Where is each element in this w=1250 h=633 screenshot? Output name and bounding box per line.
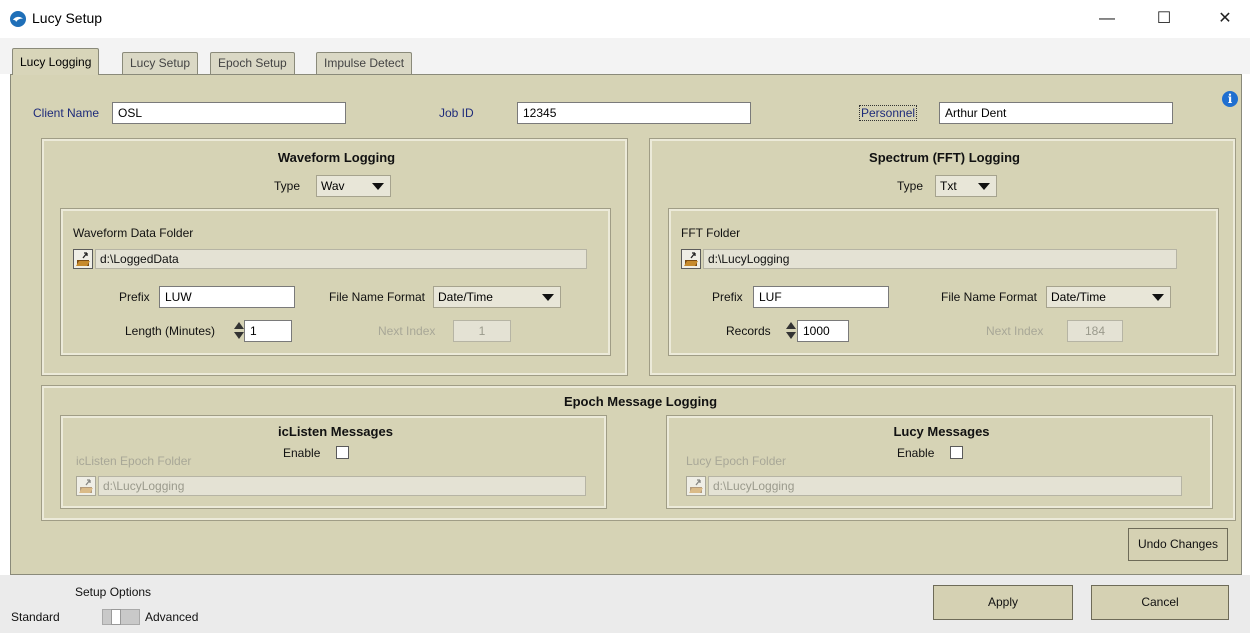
fft-type-value: Txt: [940, 179, 957, 193]
tab-impulse-detect[interactable]: Impulse Detect: [316, 52, 413, 75]
advanced-label: Advanced: [145, 610, 199, 624]
waveform-format-select[interactable]: Date/Time: [433, 286, 561, 308]
arrow-down-icon: [786, 332, 796, 339]
apply-button[interactable]: Apply: [933, 585, 1073, 620]
personnel-label: Personnel: [859, 105, 918, 121]
lucy-messages-title: Lucy Messages: [893, 424, 990, 439]
chevron-down-icon: [372, 183, 384, 190]
fft-folder-label: FFT Folder: [681, 226, 741, 240]
cancel-button[interactable]: Cancel: [1091, 585, 1229, 620]
waveform-next-index-label: Next Index: [378, 324, 436, 338]
waveform-length-input[interactable]: 1: [244, 320, 292, 342]
lucy-enable-checkbox[interactable]: [950, 446, 963, 459]
waveform-length-label: Length (Minutes): [125, 324, 216, 338]
fft-next-index-value: 184: [1067, 320, 1123, 342]
fft-folder-path[interactable]: d:\LucyLogging: [703, 249, 1177, 269]
setup-options-label: Setup Options: [75, 585, 152, 599]
fft-records-label: Records: [726, 324, 771, 338]
waveform-folder-path[interactable]: d:\LoggedData: [95, 249, 587, 269]
fft-format-label: File Name Format: [941, 290, 1038, 304]
job-id-label: Job ID: [439, 106, 474, 120]
personnel-input[interactable]: Arthur Dent: [939, 102, 1173, 124]
bottom-bar: Setup Options Standard Advanced Apply Ca…: [0, 575, 1250, 633]
fft-browse-button[interactable]: [681, 249, 701, 269]
close-button[interactable]: ✕: [1202, 0, 1248, 38]
minimize-button[interactable]: —: [1084, 0, 1130, 38]
tab-epoch-setup[interactable]: Epoch Setup: [210, 52, 295, 75]
title-bar: Lucy Setup — ☐ ✕: [0, 0, 1250, 38]
folder-open-icon: [79, 479, 93, 493]
waveform-type-label: Type: [274, 179, 301, 193]
fft-records-input[interactable]: 1000: [797, 320, 849, 342]
arrow-up-icon: [234, 322, 244, 329]
waveform-folder-group: Waveform Data Folder d:\LoggedData Prefi…: [60, 208, 611, 356]
folder-open-icon: [684, 252, 698, 266]
lucy-folder-label: Lucy Epoch Folder: [686, 454, 787, 468]
main-panel: Client Name OSL Job ID 12345 Personnel A…: [10, 74, 1242, 575]
lucy-browse-button[interactable]: [686, 476, 706, 496]
waveform-type-select[interactable]: Wav: [316, 175, 391, 197]
waveform-length-stepper[interactable]: [233, 320, 244, 342]
iclisten-messages-group: icListen Messages Enable icListen Epoch …: [60, 415, 607, 509]
lucy-enable-label: Enable: [897, 446, 935, 460]
fft-type-label: Type: [897, 179, 924, 193]
fft-format-value: Date/Time: [1051, 290, 1106, 304]
fft-logging-title: Spectrum (FFT) Logging: [869, 150, 1020, 165]
iclisten-folder-path: d:\LucyLogging: [98, 476, 586, 496]
toggle-thumb: [111, 609, 121, 625]
tab-lucy-logging[interactable]: Lucy Logging: [12, 48, 100, 75]
undo-changes-button[interactable]: Undo Changes: [1128, 528, 1228, 561]
fft-prefix-input[interactable]: LUF: [753, 286, 889, 308]
client-name-input[interactable]: OSL: [112, 102, 346, 124]
fft-logging-group: Spectrum (FFT) Logging Type Txt FFT Fold…: [649, 138, 1236, 376]
waveform-next-index-value: 1: [453, 320, 511, 342]
iclisten-enable-checkbox[interactable]: [336, 446, 349, 459]
fft-prefix-label: Prefix: [712, 290, 743, 304]
chevron-down-icon: [978, 183, 990, 190]
waveform-prefix-input[interactable]: LUW: [159, 286, 295, 308]
fft-type-select[interactable]: Txt: [935, 175, 997, 197]
job-id-input[interactable]: 12345: [517, 102, 751, 124]
info-icon[interactable]: i: [1222, 91, 1238, 107]
iclisten-enable-label: Enable: [283, 446, 321, 460]
arrow-up-icon: [786, 322, 796, 329]
folder-open-icon: [689, 479, 703, 493]
fft-format-select[interactable]: Date/Time: [1046, 286, 1171, 308]
fft-next-index-label: Next Index: [986, 324, 1044, 338]
iclisten-messages-title: icListen Messages: [278, 424, 393, 439]
window-title: Lucy Setup: [32, 10, 103, 26]
iclisten-browse-button[interactable]: [76, 476, 96, 496]
setup-mode-toggle[interactable]: [102, 609, 140, 625]
waveform-type-value: Wav: [321, 179, 345, 193]
waveform-prefix-label: Prefix: [119, 290, 150, 304]
fft-folder-group: FFT Folder d:\LucyLogging Prefix LUF Fil…: [668, 208, 1219, 356]
chevron-down-icon: [1152, 294, 1164, 301]
tab-lucy-setup[interactable]: Lucy Setup: [122, 52, 199, 75]
epoch-logging-title: Epoch Message Logging: [563, 394, 718, 409]
waveform-logging-title: Waveform Logging: [277, 150, 396, 165]
iclisten-folder-label: icListen Epoch Folder: [76, 454, 192, 468]
lucy-folder-path: d:\LucyLogging: [708, 476, 1182, 496]
waveform-logging-group: Waveform Logging Type Wav Waveform Data …: [41, 138, 628, 376]
chevron-down-icon: [542, 294, 554, 301]
lucy-messages-group: Lucy Messages Enable Lucy Epoch Folder d…: [666, 415, 1213, 509]
arrow-down-icon: [234, 332, 244, 339]
standard-label: Standard: [11, 610, 60, 624]
waveform-format-label: File Name Format: [329, 290, 426, 304]
maximize-button[interactable]: ☐: [1141, 0, 1187, 38]
waveform-folder-label: Waveform Data Folder: [73, 226, 194, 240]
waveform-browse-button[interactable]: [73, 249, 93, 269]
epoch-logging-group: Epoch Message Logging icListen Messages …: [41, 385, 1236, 521]
app-logo-icon: [10, 11, 26, 27]
client-name-label: Client Name: [33, 106, 100, 120]
folder-open-icon: [76, 252, 90, 266]
fft-records-stepper[interactable]: [785, 320, 796, 342]
waveform-format-value: Date/Time: [438, 290, 493, 304]
